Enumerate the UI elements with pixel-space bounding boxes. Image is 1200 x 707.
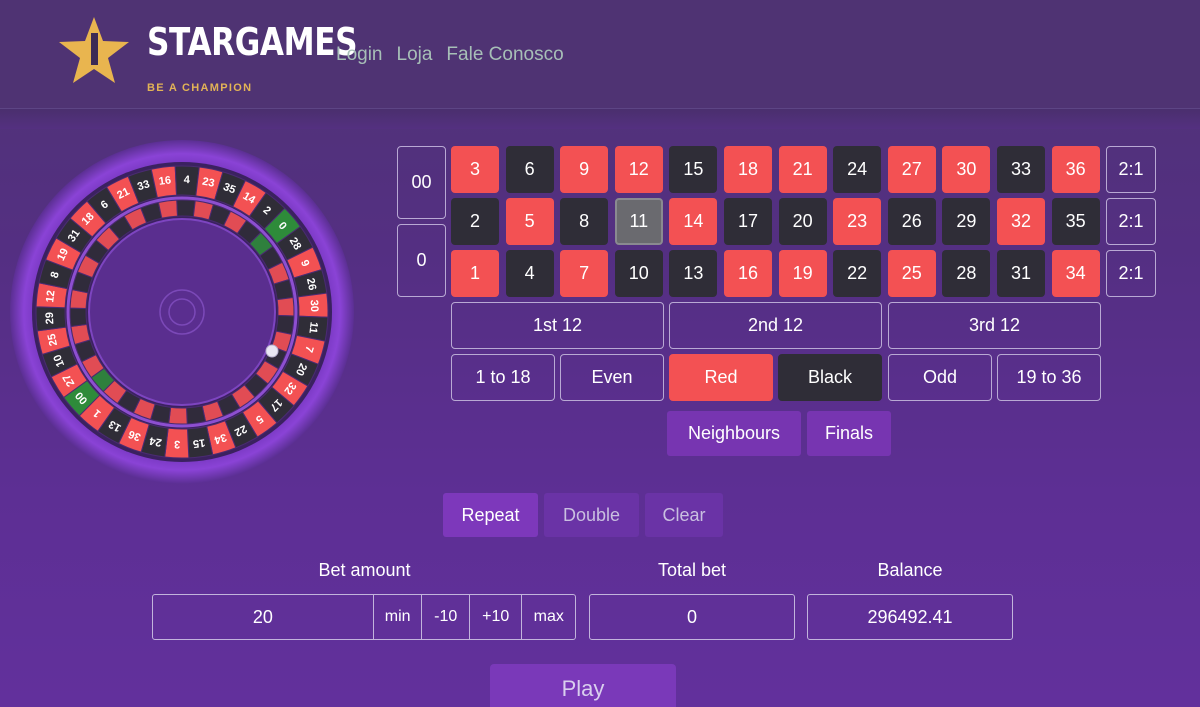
number-cell-19[interactable]: 19 (778, 250, 827, 297)
bet-minus10-button[interactable]: -10 (422, 595, 470, 639)
wheel-inner-pocket-30 (276, 296, 295, 317)
number-cell-16[interactable]: 16 (724, 250, 772, 297)
outside-bet-button[interactable]: Even (560, 354, 664, 401)
star-logo-icon (59, 17, 129, 83)
number-cell-11[interactable]: 11 (614, 198, 663, 245)
finals-button[interactable]: Finals (807, 411, 891, 456)
brand-name[interactable]: STARGAMES (147, 20, 358, 64)
header-divider (0, 108, 1200, 129)
number-cell-25[interactable]: 25 (887, 250, 936, 297)
outside-bet-button[interactable]: 1 to 18 (451, 354, 555, 401)
outside-bet-button[interactable]: Odd (888, 354, 992, 401)
number-cell-9[interactable]: 9 (560, 146, 609, 193)
bet-amount-label: Bet amount (318, 560, 411, 580)
number-cell-32[interactable]: 32 (997, 198, 1045, 245)
dozen-bet-button[interactable]: 3rd 12 (888, 302, 1101, 349)
roulette-wheel: 0289263011720321752234153243613100271025… (10, 140, 354, 484)
wheel-inner-pocket-16 (157, 199, 179, 219)
main-nav: Login Loja Fale Conosco (336, 44, 564, 66)
number-cell-5[interactable]: 5 (505, 198, 554, 245)
number-cell-8[interactable]: 8 (560, 198, 609, 245)
clear-button[interactable]: Clear (645, 493, 723, 537)
number-cell-14[interactable]: 14 (669, 198, 718, 245)
outside-bet-button[interactable]: Black (778, 354, 882, 401)
bet-min-button[interactable]: min (374, 595, 423, 639)
number-cell-7[interactable]: 7 (560, 250, 609, 297)
number-cell-13[interactable]: 13 (669, 250, 718, 297)
wheel-inner-pocket-29 (69, 307, 88, 328)
wheel-number-15: 15 (192, 436, 206, 449)
column-bet-button[interactable]: 2:1 (1106, 250, 1156, 297)
wheel-number-3: 3 (174, 438, 181, 450)
repeat-button[interactable]: Repeat (443, 493, 538, 537)
outside-bet-button[interactable]: 19 to 36 (997, 354, 1101, 401)
dozen-bet-button[interactable]: 2nd 12 (669, 302, 882, 349)
play-button[interactable]: Play (490, 664, 676, 707)
number-cell-10[interactable]: 10 (614, 250, 663, 297)
number-cell-28[interactable]: 28 (942, 250, 991, 297)
number-cell-2[interactable]: 2 (451, 198, 499, 245)
number-cell-4[interactable]: 4 (505, 250, 554, 297)
number-cell-12[interactable]: 12 (614, 146, 663, 193)
number-cell-20[interactable]: 20 (778, 198, 827, 245)
number-cell-6[interactable]: 6 (505, 146, 554, 193)
wheel-number-11: 11 (306, 321, 319, 334)
number-cell-36[interactable]: 36 (1051, 146, 1100, 193)
wheel-number-12: 12 (44, 290, 57, 304)
number-cell-35[interactable]: 35 (1051, 198, 1100, 245)
number-cell-24[interactable]: 24 (833, 146, 882, 193)
column-bet-button[interactable]: 2:1 (1106, 198, 1156, 245)
number-cell-31[interactable]: 31 (997, 250, 1045, 297)
wheel-number-16: 16 (158, 174, 172, 187)
bet-amount-input[interactable]: 20 (153, 595, 374, 639)
nav-login-link[interactable]: Login (336, 44, 383, 66)
balance-label: Balance (877, 560, 943, 580)
wheel-inner-pocket-3 (168, 406, 188, 425)
brand-tagline: BE A CHAMPION (147, 82, 253, 94)
balance-value: 296492.41 (807, 594, 1013, 640)
bet-max-button[interactable]: max (522, 595, 575, 639)
wheel-inner-pocket-4 (176, 199, 196, 218)
wheel-number-23: 23 (201, 176, 215, 190)
number-cell-17[interactable]: 17 (724, 198, 772, 245)
number-cell-23[interactable]: 23 (833, 198, 882, 245)
nav-shop-link[interactable]: Loja (397, 44, 433, 66)
roulette-ball (265, 344, 279, 358)
number-cell-21[interactable]: 21 (778, 146, 827, 193)
double-button[interactable]: Double (544, 493, 639, 537)
number-cell-1[interactable]: 1 (451, 250, 499, 297)
neighbours-button[interactable]: Neighbours (667, 411, 801, 456)
number-cell-29[interactable]: 29 (942, 198, 991, 245)
number-cell-34[interactable]: 34 (1051, 250, 1100, 297)
number-cell-00[interactable]: 00 (397, 146, 446, 219)
number-cell-15[interactable]: 15 (669, 146, 718, 193)
number-cell-30[interactable]: 30 (942, 146, 991, 193)
number-cell-26[interactable]: 26 (887, 198, 936, 245)
number-cell-27[interactable]: 27 (887, 146, 936, 193)
number-cell-33[interactable]: 33 (997, 146, 1045, 193)
wheel-inner-pocket-15 (185, 405, 207, 425)
number-cell-3[interactable]: 3 (451, 146, 499, 193)
nav-contact-link[interactable]: Fale Conosco (446, 44, 563, 66)
wheel-number-30: 30 (308, 299, 321, 312)
bet-amount-stepper: 20 min -10 +10 max (152, 594, 576, 640)
outside-bet-button[interactable]: Red (669, 354, 773, 401)
wheel-number-29: 29 (44, 312, 57, 325)
column-bet-button[interactable]: 2:1 (1106, 146, 1156, 193)
dozen-bet-button[interactable]: 1st 12 (451, 302, 664, 349)
wheel-number-25: 25 (46, 333, 60, 348)
wheel-number-26: 26 (304, 277, 318, 292)
number-cell-0[interactable]: 0 (397, 224, 446, 297)
number-cell-22[interactable]: 22 (833, 250, 882, 297)
wheel-hub (88, 218, 276, 406)
total-bet-value: 0 (589, 594, 795, 640)
bet-plus10-button[interactable]: +10 (470, 595, 523, 639)
total-bet-label: Total bet (657, 560, 727, 580)
number-cell-18[interactable]: 18 (724, 146, 772, 193)
